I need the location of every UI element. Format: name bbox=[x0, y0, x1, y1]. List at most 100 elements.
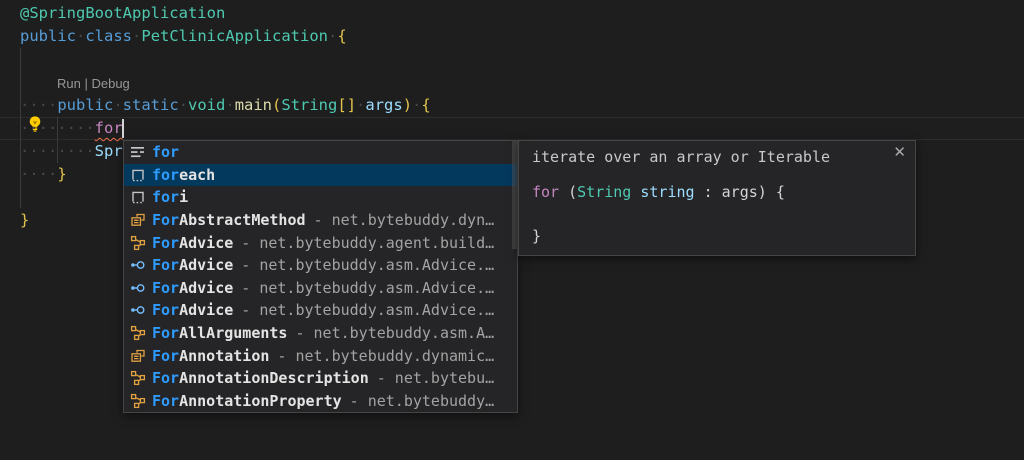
suggestion-row[interactable]: ForAnnotationProperty- net.bytebuddy… bbox=[124, 390, 517, 413]
docs-code-line: } bbox=[532, 225, 785, 247]
match-highlight: for bbox=[152, 143, 179, 161]
code-token: void bbox=[188, 96, 225, 114]
code-token bbox=[767, 183, 776, 201]
suggestion-row[interactable]: foreach bbox=[124, 164, 517, 187]
code-token: ········ bbox=[20, 142, 95, 160]
match-highlight: For bbox=[152, 347, 179, 365]
code-token bbox=[695, 183, 704, 201]
suggestion-label: ForAbstractMethod bbox=[152, 211, 306, 229]
suggestion-detail: - net.bytebuddy.asm.Advice.… bbox=[241, 301, 494, 319]
suggestion-detail: - net.bytebuddy.dyn… bbox=[314, 211, 495, 229]
interface-icon bbox=[130, 257, 146, 273]
match-highlight: For bbox=[152, 256, 179, 274]
intellisense-suggest-widget: forforeachforiForAbstractMethod- net.byt… bbox=[123, 140, 518, 413]
code-token: · bbox=[225, 96, 234, 114]
code-token: { bbox=[776, 183, 785, 201]
code-token bbox=[713, 183, 722, 201]
code-token: main bbox=[235, 96, 272, 114]
snippet-icon bbox=[130, 189, 146, 205]
code-token: public bbox=[57, 96, 113, 114]
code-line[interactable]: @SpringBootApplication bbox=[20, 2, 225, 25]
suggestion-detail: - net.bytebuddy.asm.Advice.… bbox=[241, 279, 494, 297]
code-token: · bbox=[179, 96, 188, 114]
text-cursor bbox=[122, 119, 124, 138]
code-line[interactable]: public·class·PetClinicApplication·{ bbox=[20, 25, 347, 48]
code-token: for bbox=[95, 119, 123, 137]
current-line-highlight bbox=[0, 117, 1024, 140]
suggestion-row[interactable]: ForAdvice- net.bytebuddy.asm.Advice.… bbox=[124, 277, 517, 300]
interface-icon bbox=[130, 280, 146, 296]
suggestion-label: ForAnnotation bbox=[152, 347, 269, 365]
suggestion-row[interactable]: ForAnnotation - net.bytebuddy.dynamic… bbox=[124, 344, 517, 367]
match-highlight: For bbox=[152, 324, 179, 342]
enum-icon bbox=[130, 348, 146, 364]
code-token: Spr bbox=[95, 142, 123, 160]
suggestion-label: fori bbox=[152, 188, 188, 206]
code-token: String bbox=[281, 96, 337, 114]
docs-code-line bbox=[532, 203, 785, 225]
suggestion-row[interactable]: ForAdvice - net.bytebuddy.agent.build… bbox=[124, 231, 517, 254]
suggestion-row[interactable]: ForAdvice- net.bytebuddy.asm.Advice.… bbox=[124, 254, 517, 277]
suggestion-row[interactable]: ForAllArguments- net.bytebuddy.asm.A… bbox=[124, 322, 517, 345]
code-token: : bbox=[704, 183, 713, 201]
code-token: { bbox=[337, 27, 346, 45]
suggest-docs-panel: iterate over an array or Iterable ✕ for … bbox=[518, 140, 916, 256]
code-token: public bbox=[20, 27, 76, 45]
match-highlight: For bbox=[152, 369, 179, 387]
code-token: · bbox=[113, 96, 122, 114]
code-token: ···· bbox=[20, 165, 57, 183]
code-line[interactable]: ····} bbox=[20, 163, 67, 186]
suggestion-detail: - net.bytebuddy.asm.Advice.… bbox=[241, 256, 494, 274]
class-icon bbox=[130, 235, 146, 251]
suggestion-row[interactable]: ForAdvice- net.bytebuddy.asm.Advice.… bbox=[124, 299, 517, 322]
code-token: · bbox=[328, 27, 337, 45]
code-token: static bbox=[123, 96, 179, 114]
enum-icon bbox=[130, 212, 146, 228]
suggestion-row[interactable]: fori bbox=[124, 186, 517, 209]
suggestion-detail: - net.bytebuddy.agent.build… bbox=[241, 234, 494, 252]
suggestion-row[interactable]: for bbox=[124, 141, 517, 164]
code-token: PetClinicApplication bbox=[141, 27, 328, 45]
class-icon bbox=[130, 370, 146, 386]
code-token: class bbox=[85, 27, 132, 45]
suggestion-label: for bbox=[152, 143, 179, 161]
close-icon[interactable]: ✕ bbox=[893, 144, 906, 162]
codelens-run-link[interactable]: Run bbox=[57, 76, 81, 91]
suggestion-row[interactable]: ForAbstractMethod - net.bytebuddy.dyn… bbox=[124, 209, 517, 232]
code-token: String bbox=[577, 183, 631, 201]
code-line[interactable]: ········for bbox=[20, 117, 123, 140]
code-token: ) bbox=[758, 183, 767, 201]
code-token: args bbox=[365, 96, 402, 114]
code-token: } bbox=[20, 211, 29, 229]
code-token: { bbox=[421, 96, 430, 114]
suggestion-row[interactable]: ForAnnotationDescription - net.bytebu… bbox=[124, 367, 517, 390]
class-icon bbox=[130, 393, 146, 409]
code-token: ········ bbox=[20, 119, 95, 137]
match-highlight: For bbox=[152, 279, 179, 297]
code-line[interactable]: } bbox=[20, 209, 29, 232]
docs-description: iterate over an array or Iterable bbox=[532, 148, 830, 166]
suggestion-label: ForAnnotationDescription bbox=[152, 369, 369, 387]
code-line[interactable]: ····public·static·void·main(String[]·arg… bbox=[20, 94, 431, 117]
code-token: args bbox=[722, 183, 758, 201]
codelens-debug-link[interactable]: Debug bbox=[91, 76, 129, 91]
code-token: ···· bbox=[20, 96, 57, 114]
suggestion-detail: - net.bytebu… bbox=[377, 369, 494, 387]
suggestion-detail: - net.bytebuddy.dynamic… bbox=[277, 347, 494, 365]
interface-icon bbox=[130, 302, 146, 318]
code-token: · bbox=[76, 27, 85, 45]
suggestion-label: ForAdvice bbox=[152, 234, 233, 252]
code-line[interactable]: ········Spr bbox=[20, 140, 123, 163]
match-highlight: For bbox=[152, 392, 179, 410]
docs-code-snippet: for (String string : args) { } bbox=[532, 181, 785, 247]
suggestion-label: foreach bbox=[152, 166, 215, 184]
docs-code-line: for (String string : args) { bbox=[532, 181, 785, 203]
code-token: @SpringBootApplication bbox=[20, 4, 225, 22]
class-icon bbox=[130, 325, 146, 341]
codelens: Run | Debug bbox=[57, 72, 130, 95]
match-highlight: for bbox=[152, 166, 179, 184]
snippet-icon bbox=[130, 167, 146, 183]
code-token: ( bbox=[568, 183, 577, 201]
suggest-scrollbar[interactable] bbox=[512, 141, 517, 249]
code-editor: @SpringBootApplicationpublic·class·PetCl… bbox=[0, 0, 1024, 460]
